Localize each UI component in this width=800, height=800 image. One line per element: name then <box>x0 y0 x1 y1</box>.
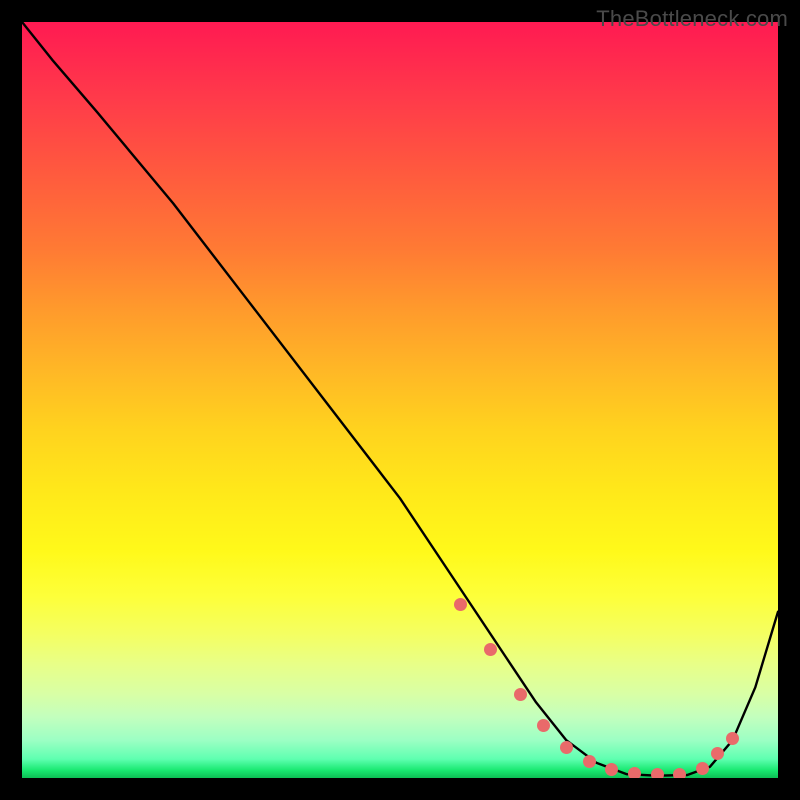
marker-dot <box>583 755 596 768</box>
chart-stage: TheBottleneck.com <box>0 0 800 800</box>
marker-dot <box>484 643 497 656</box>
marker-dot <box>454 598 467 611</box>
marker-dot <box>726 732 739 745</box>
marker-dot <box>696 762 709 775</box>
plot-area <box>22 22 778 778</box>
marker-dot <box>514 688 527 701</box>
marker-dot <box>673 768 686 778</box>
marker-dot <box>537 719 550 732</box>
marker-dot <box>605 763 618 776</box>
marker-dots-layer <box>22 22 778 778</box>
marker-dot <box>560 741 573 754</box>
marker-dot <box>711 747 724 760</box>
watermark-text: TheBottleneck.com <box>596 6 788 32</box>
marker-dot <box>628 767 641 778</box>
marker-dot <box>651 768 664 778</box>
